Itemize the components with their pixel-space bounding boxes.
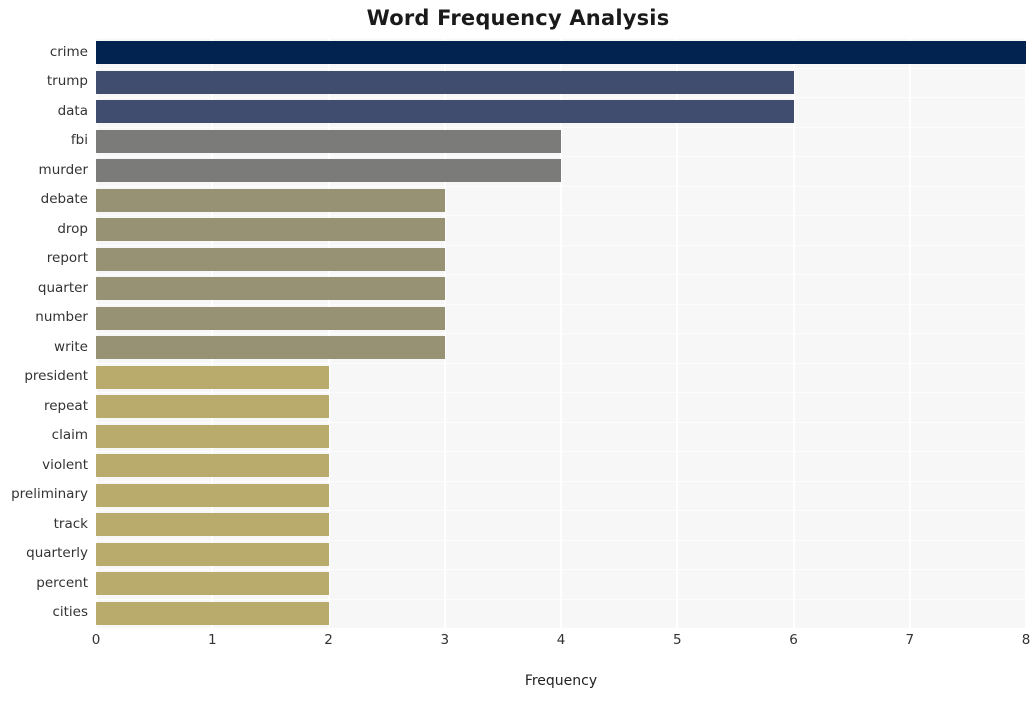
y-tick-label-debate: debate	[40, 191, 88, 208]
word-frequency-chart-figure: Word Frequency Analysis crime trump data fb…	[0, 0, 1036, 701]
bar-write	[96, 336, 445, 360]
y-tick-label-number: number	[35, 309, 88, 326]
bar-quarter	[96, 277, 445, 301]
x-tick-label-0: 0	[91, 632, 101, 648]
x-tick-label-7: 7	[905, 632, 915, 648]
bar-preliminary	[96, 483, 329, 507]
x-tick-label-1: 1	[207, 632, 217, 648]
bar-row	[96, 247, 1026, 271]
bar-row	[96, 572, 1026, 596]
y-tick-label-drop: drop	[57, 220, 88, 237]
y-tick-label-report: report	[46, 250, 88, 267]
gridline-vertical-3	[443, 38, 446, 628]
bar-crime	[96, 41, 1026, 65]
bar-row	[96, 306, 1026, 330]
gridline-vertical-7	[908, 38, 911, 628]
y-tick-label-percent: percent	[36, 574, 88, 591]
page-title: Word Frequency Analysis	[366, 6, 670, 30]
bar-debate	[96, 188, 445, 212]
x-tick-label-3: 3	[440, 632, 450, 648]
y-axis-tick-labels: crime trump data fbi murder debate drop report q…	[0, 38, 88, 628]
bar-row	[96, 395, 1026, 419]
gridline-vertical-8	[1025, 38, 1026, 628]
bar-president	[96, 365, 329, 389]
y-tick-label-write: write	[54, 338, 88, 355]
x-tick-label-2: 2	[324, 632, 333, 648]
bar-row	[96, 513, 1026, 537]
bar-claim	[96, 424, 329, 448]
y-tick-label-data: data	[57, 102, 88, 119]
bar-row	[96, 100, 1026, 124]
gridline-vertical-0	[96, 38, 97, 628]
y-tick-label-fbi: fbi	[70, 132, 88, 149]
bar-row	[96, 70, 1026, 94]
bar-row	[96, 336, 1026, 360]
bar-row	[96, 129, 1026, 153]
bar-row	[96, 483, 1026, 507]
bar-row	[96, 218, 1026, 242]
bar-track	[96, 513, 329, 537]
y-tick-label-murder: murder	[38, 161, 88, 178]
bar-fbi	[96, 129, 561, 153]
bar-row	[96, 188, 1026, 212]
y-tick-label-president: president	[24, 368, 88, 385]
y-tick-label-preliminary: preliminary	[11, 486, 88, 503]
y-tick-label-cities: cities	[52, 604, 88, 621]
bar-drop	[96, 218, 445, 242]
y-tick-label-crime: crime	[49, 43, 88, 60]
bar-violent	[96, 454, 329, 478]
bar-row	[96, 601, 1026, 625]
bar-trump	[96, 70, 794, 94]
gridline-vertical-1	[211, 38, 214, 628]
bar-number	[96, 306, 445, 330]
y-tick-label-quarterly: quarterly	[26, 545, 88, 562]
bar-row	[96, 277, 1026, 301]
bar-report	[96, 247, 445, 271]
y-tick-label-violent: violent	[42, 456, 88, 473]
gridline-vertical-6	[792, 38, 795, 628]
x-tick-label-6: 6	[789, 632, 798, 648]
y-tick-label-track: track	[53, 515, 88, 532]
x-axis-tick-labels: 0 1 2 3 4 5 6 7 8	[92, 632, 1031, 656]
gridline-vertical-2	[327, 38, 330, 628]
bar-row	[96, 41, 1026, 65]
y-tick-label-trump: trump	[46, 73, 88, 90]
bar-row	[96, 424, 1026, 448]
bar-row	[96, 365, 1026, 389]
y-tick-label-claim: claim	[51, 427, 88, 444]
bar-row	[96, 159, 1026, 183]
gridline-vertical-5	[676, 38, 679, 628]
x-axis-label: Frequency	[524, 673, 598, 689]
bar-quarterly	[96, 542, 329, 566]
x-tick-label-5: 5	[672, 632, 682, 648]
bar-repeat	[96, 395, 329, 419]
y-tick-label-quarter: quarter	[37, 279, 88, 296]
x-tick-label-8: 8	[1021, 632, 1031, 648]
bar-cities	[96, 601, 329, 625]
y-tick-label-repeat: repeat	[43, 397, 88, 414]
plot-area	[96, 38, 1026, 628]
bar-data	[96, 100, 794, 124]
bar-row	[96, 542, 1026, 566]
gridline-vertical-4	[560, 38, 562, 628]
bar-murder	[96, 159, 561, 183]
bar-percent	[96, 572, 329, 596]
bar-row	[96, 454, 1026, 478]
x-tick-label-4: 4	[556, 632, 566, 648]
